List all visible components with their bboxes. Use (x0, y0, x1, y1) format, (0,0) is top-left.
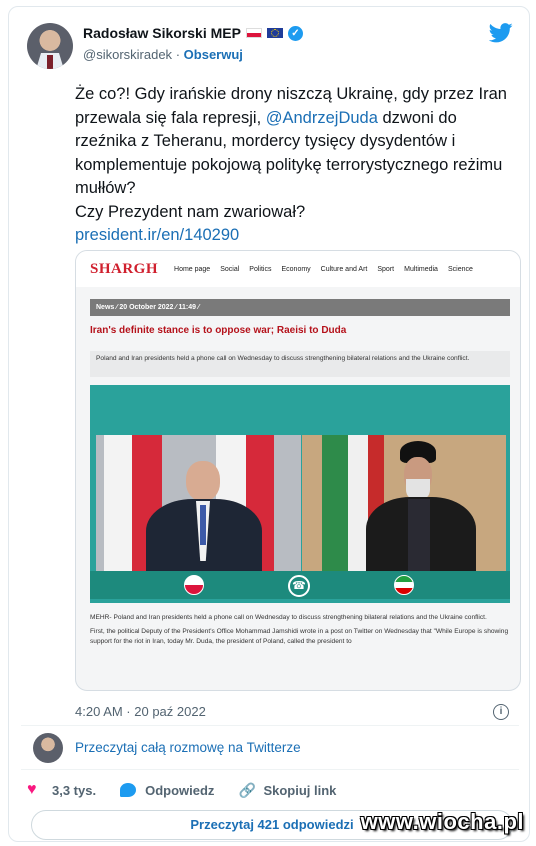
like-action[interactable]: ♥ 3,3 tys. (27, 781, 97, 798)
tweet-timestamp[interactable]: 4:20 AM · 20 paź 2022 (75, 704, 206, 719)
reply-label: Odpowiedz (145, 782, 215, 798)
phone-icon: ☎ (288, 575, 310, 597)
verified-badge-icon: ✓ (287, 25, 303, 41)
read-conversation-link[interactable]: Przeczytaj całą rozmowę na Twitterze (75, 740, 301, 755)
article-body: MEHR- Poland and Iran presidents held a … (90, 613, 510, 647)
article-breadcrumb: News ⁄ 20 October 2022 ⁄ 11:49 ⁄ (90, 299, 510, 316)
nav-item: Sport (377, 265, 395, 273)
twitter-bird-icon[interactable] (489, 23, 513, 43)
site-watermark: www.wiocha.pl (360, 809, 524, 834)
shargh-navbar: SHARGH Home page Social Politics Economy… (76, 251, 520, 287)
link-icon: 🔗 (238, 782, 256, 798)
copy-link-action[interactable]: 🔗 Skopiuj link (238, 782, 336, 798)
article-lead: Poland and Iran presidents held a phone … (90, 351, 510, 377)
mention-link[interactable]: @AndrzejDuda (266, 109, 378, 127)
poland-flag-circle-icon (184, 575, 204, 595)
copy-link-label: Skopiuj link (263, 782, 337, 798)
reply-bubble-icon (120, 783, 137, 797)
author-name[interactable]: Radosław Sikorski MEP (83, 25, 241, 41)
tweet-text: Że co?! Gdy irańskie drony niszczą Ukrai… (75, 83, 515, 248)
tweet-card: Radosław Sikorski MEP ✓ @sikorskiradek ·… (8, 6, 530, 842)
follow-button[interactable]: Obserwuj (184, 47, 243, 62)
conversation-avatar (33, 733, 63, 763)
nav-item: Science (447, 265, 473, 273)
divider (21, 769, 519, 770)
eu-flag-icon (266, 28, 283, 38)
handle-separator: · (175, 47, 181, 62)
shargh-logo: SHARGH (90, 260, 159, 277)
author-handle[interactable]: @sikorskiradek (83, 47, 172, 62)
duda-photo (96, 435, 301, 571)
reply-action[interactable]: Odpowiedz (120, 783, 214, 798)
article-photo: ☎ (90, 385, 510, 603)
actions-row: ♥ 3,3 tys. Odpowiedz 🔗 Skopiuj link (27, 781, 360, 799)
article-link[interactable]: president.ir/en/140290 (75, 226, 239, 244)
article-body-paragraph: First, the political Deputy of the Presi… (90, 628, 509, 645)
nav-item: Politics (249, 265, 272, 273)
avatar-tie (47, 55, 53, 69)
nav-item: Economy (281, 265, 311, 273)
author-name-row: Radosław Sikorski MEP ✓ (83, 25, 303, 41)
article-screenshot[interactable]: SHARGH Home page Social Politics Economy… (75, 250, 521, 691)
divider (21, 725, 519, 726)
info-icon[interactable]: i (493, 704, 509, 720)
heart-icon: ♥ (27, 781, 37, 798)
author-avatar[interactable] (27, 23, 73, 69)
like-count: 3,3 tys. (52, 782, 97, 798)
tweet-text-part3: Czy Prezydent nam zwariował? (75, 202, 306, 221)
nav-item: Multimedia (404, 265, 438, 273)
nav-item: Culture and Art (320, 265, 368, 273)
article-body-paragraph: MEHR- Poland and Iran presidents held a … (90, 614, 487, 621)
article-headline: Iran's definite stance is to oppose war;… (90, 325, 347, 336)
nav-item: Social (220, 265, 240, 273)
poland-flag-icon (245, 28, 262, 38)
nav-item: Home page (174, 265, 211, 273)
iran-flag-circle-icon (394, 575, 414, 595)
raisi-photo (302, 435, 506, 571)
handle-row: @sikorskiradek · Obserwuj (83, 47, 243, 62)
